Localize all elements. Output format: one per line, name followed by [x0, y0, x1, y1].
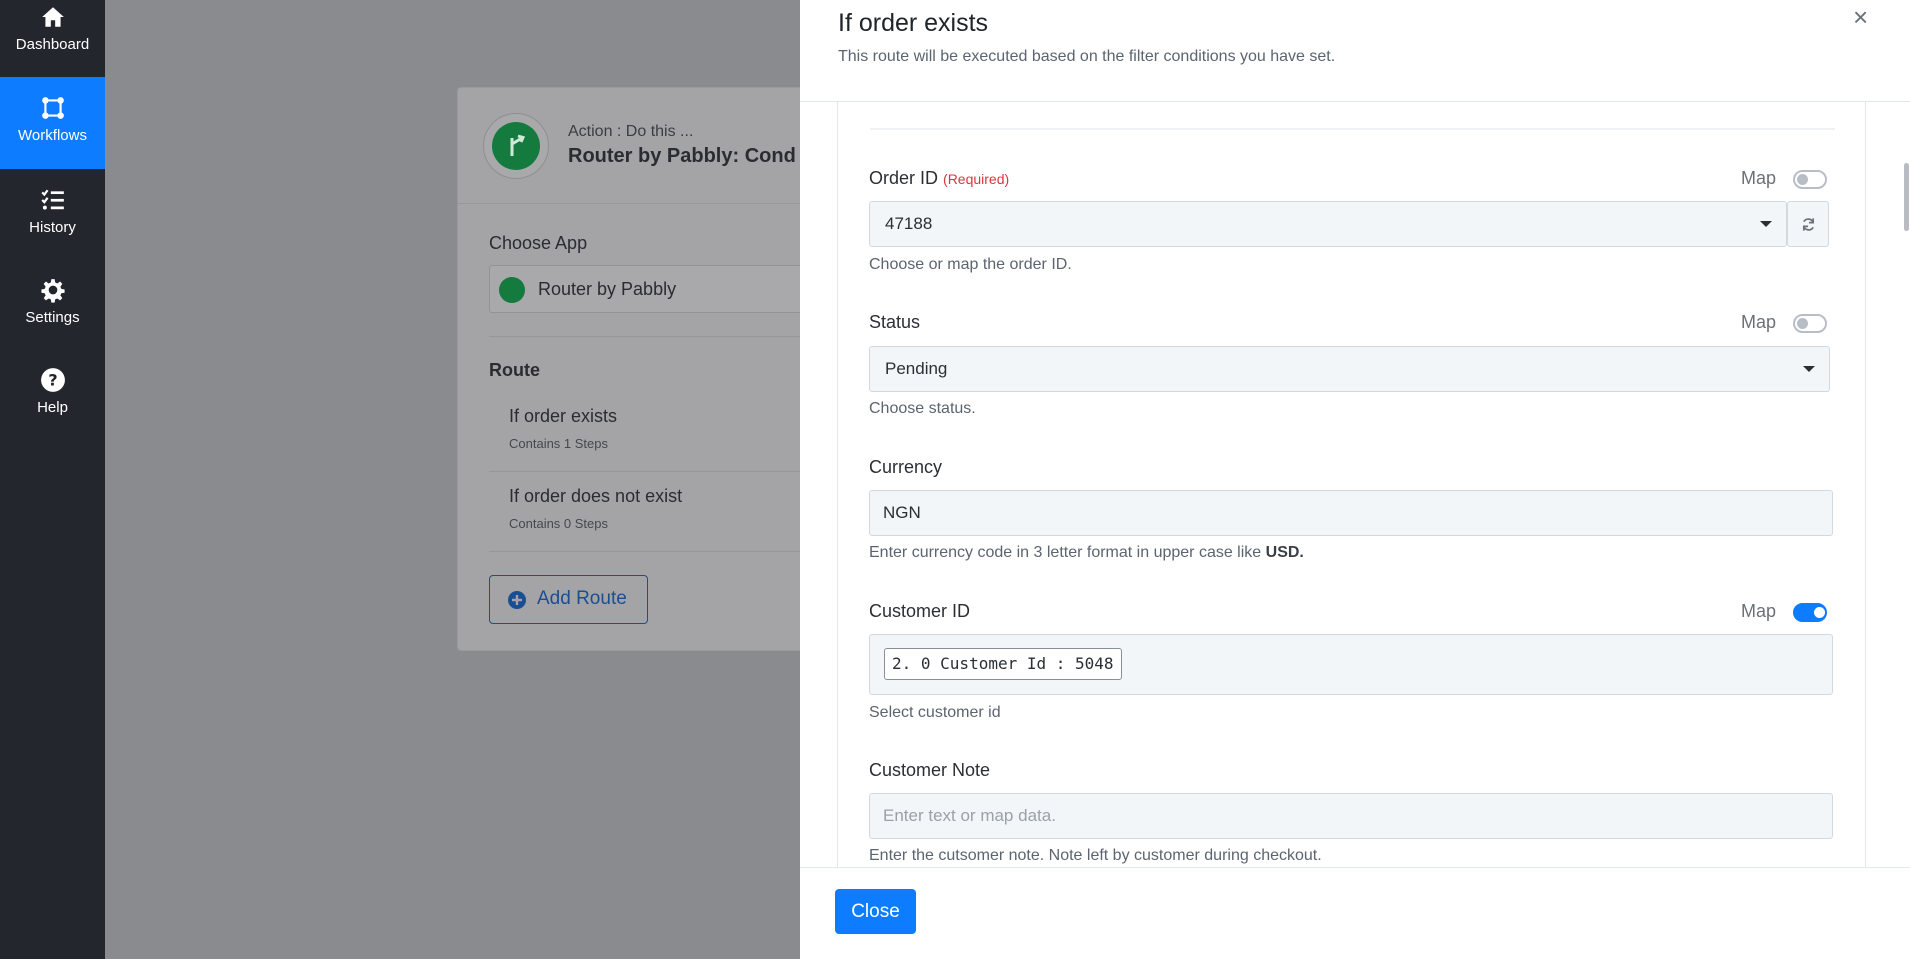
route-name: If order does not exist [509, 486, 683, 506]
add-route-label: Add Route [537, 588, 627, 609]
sidebar-item-label: History [29, 219, 76, 236]
app-value: Router by Pabbly [538, 279, 677, 299]
sidebar-item-help[interactable]: ? Help [0, 349, 105, 439]
route-heading: Route [489, 360, 540, 380]
modal-body[interactable]: Order ID (Required) Map 47188 Choose or … [800, 102, 1910, 867]
workflow-step-card: Action : Do this ... Router by Pabbly: C… [457, 87, 869, 651]
customer-id-map-toggle[interactable] [1793, 603, 1827, 622]
toggle-knob [1797, 318, 1808, 329]
route-steps: Contains 1 Steps [509, 436, 609, 451]
action-label: Action : Do this ... [568, 123, 694, 140]
sidebar-item-label: Settings [25, 309, 80, 326]
currency-input[interactable]: NGN [869, 490, 1833, 536]
sidebar-item-history[interactable]: History [0, 169, 105, 259]
currency-label: Currency [869, 457, 943, 477]
modal-header: If order exists This route will be execu… [800, 0, 1910, 102]
modal-subtitle: This route will be executed based on the… [838, 48, 1336, 65]
toggle-knob [1797, 174, 1808, 185]
currency-value: NGN [883, 503, 921, 522]
map-label: Map [1741, 312, 1777, 332]
sidebar-item-dashboard[interactable]: Dashboard [0, 0, 105, 77]
map-label: Map [1741, 601, 1777, 621]
currency-help: Enter currency code in 3 letter format i… [869, 544, 1304, 562]
status-map-toggle[interactable] [1793, 314, 1827, 333]
gear-icon [40, 279, 65, 303]
customer-id-mapped-input[interactable]: 2. 0 Customer Id : 5048 [869, 634, 1833, 695]
sidebar-item-workflows[interactable]: Workflows [0, 77, 105, 169]
chevron-down-icon [1760, 221, 1772, 227]
svg-text:?: ? [48, 370, 57, 389]
sidebar-item-settings[interactable]: Settings [0, 259, 105, 349]
app-logo [483, 113, 549, 179]
sidebar-item-label: Dashboard [15, 36, 90, 53]
required-badge: (Required) [943, 171, 1010, 187]
order-id-label-text: Order ID [869, 168, 939, 188]
customer-note-label: Customer Note [869, 760, 991, 780]
status-help: Choose status. [869, 400, 976, 417]
modal-footer: Close [800, 867, 1910, 959]
question-circle-icon: ? [40, 368, 65, 392]
order-id-value: 47188 [885, 214, 933, 233]
mapped-field-chip[interactable]: 2. 0 Customer Id : 5048 [884, 648, 1122, 680]
route-steps: Contains 0 Steps [509, 516, 609, 531]
status-label: Status [869, 312, 921, 332]
router-logo-icon [499, 277, 525, 303]
chevron-down-icon [1803, 366, 1815, 372]
sidebar-item-label: Workflows [18, 127, 87, 144]
order-id-label: Order ID (Required) [869, 168, 1009, 189]
currency-help-example: USD. [1265, 544, 1304, 561]
order-id-select[interactable]: 47188 [869, 201, 1787, 247]
customer-note-input[interactable]: Enter text or map data. [869, 793, 1833, 839]
toggle-knob [1814, 607, 1825, 618]
refresh-button[interactable] [1787, 201, 1829, 247]
close-icon[interactable]: × [1853, 2, 1868, 33]
order-id-map-toggle[interactable] [1793, 170, 1827, 189]
map-label: Map [1741, 168, 1777, 188]
home-icon [41, 7, 64, 27]
close-button[interactable]: Close [835, 889, 916, 934]
action-title: Router by Pabbly: Cond [568, 145, 796, 167]
refresh-icon [1802, 218, 1815, 231]
history-list-icon [40, 189, 64, 210]
router-logo-icon [492, 122, 540, 170]
add-route-button[interactable]: Add Route [489, 575, 648, 624]
divider [870, 128, 1835, 130]
customer-note-help: Enter the cutsomer note. Note left by cu… [869, 847, 1322, 864]
workflows-icon [41, 97, 64, 119]
scrollbar-thumb[interactable] [1904, 163, 1909, 231]
choose-app-label: Choose App [489, 233, 588, 253]
customer-id-label: Customer ID [869, 601, 971, 621]
customer-note-placeholder: Enter text or map data. [883, 806, 1056, 825]
order-id-help: Choose or map the order ID. [869, 256, 1072, 273]
route-name: If order exists [509, 406, 618, 426]
status-select[interactable]: Pending [869, 346, 1830, 392]
sidebar-item-label: Help [37, 399, 68, 416]
plus-circle-icon [508, 591, 526, 609]
status-value: Pending [885, 359, 948, 378]
customer-id-help: Select customer id [869, 704, 1001, 721]
step-card-header: Action : Do this ... Router by Pabbly: C… [458, 88, 856, 204]
modal-title: If order exists [838, 9, 989, 37]
currency-help-text: Enter currency code in 3 letter format i… [869, 544, 1266, 561]
sidebar: Dashboard Workflows History Settings ? H… [0, 0, 105, 959]
route-modal: If order exists This route will be execu… [800, 0, 1910, 959]
